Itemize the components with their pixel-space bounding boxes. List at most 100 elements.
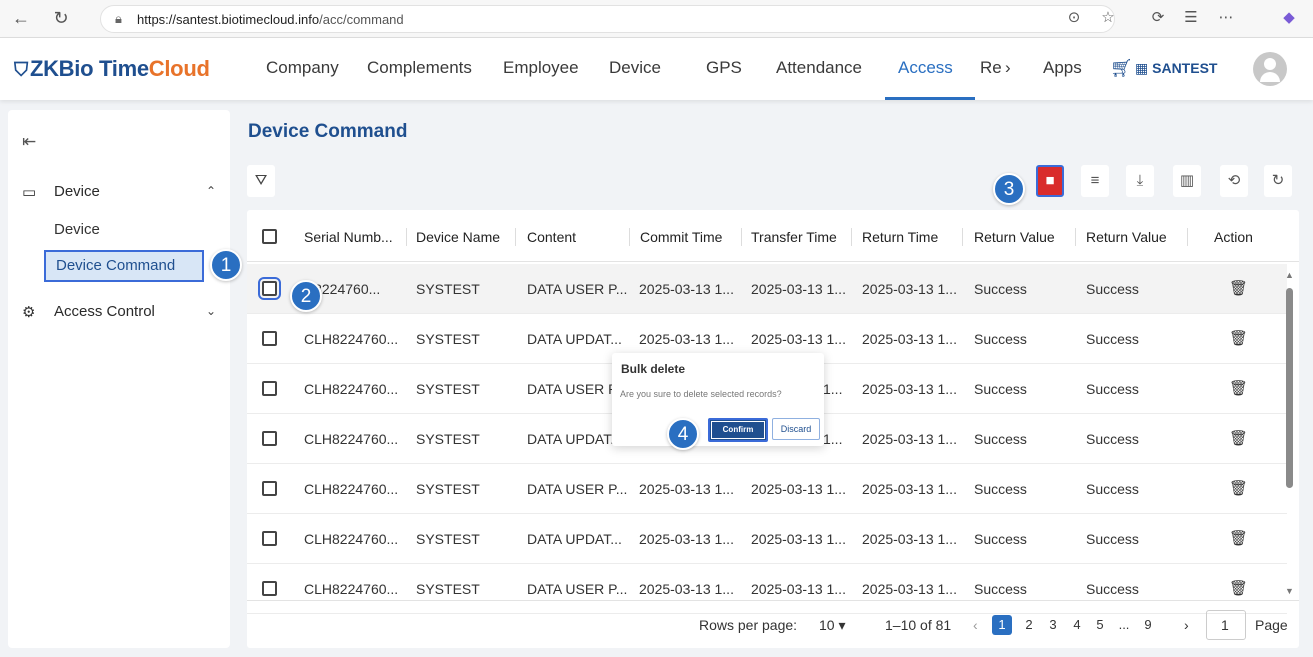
cell-device-name: SYSTEST	[416, 581, 480, 597]
cell-content: DATA USER P...	[527, 481, 628, 497]
page-2[interactable]: 2	[1019, 615, 1039, 635]
copilot-icon[interactable]: ◆	[1278, 8, 1300, 26]
row-checkbox[interactable]	[262, 581, 277, 596]
app-logo[interactable]: ⛉ZKBio TimeCloud	[14, 56, 210, 82]
row-checkbox[interactable]	[258, 277, 281, 300]
lock-icon: 🔒︎	[115, 11, 122, 26]
row-checkbox[interactable]	[262, 431, 277, 446]
nav-employee[interactable]: Employee	[503, 58, 579, 78]
row-checkbox[interactable]	[262, 481, 277, 496]
scroll-up-icon[interactable]: ▲	[1285, 270, 1294, 280]
building-icon: ▦	[1135, 60, 1153, 76]
nav-access[interactable]: Access	[898, 58, 953, 78]
col-commit-time[interactable]: Commit Time	[640, 229, 722, 245]
address-bar[interactable]: 🔒︎ https://santest.biotimecloud.info/acc…	[100, 5, 1115, 33]
sidebar-group-device[interactable]: ▭ Device ⌃	[8, 175, 230, 209]
app-header: ⛉ZKBio TimeCloud Company Complements Emp…	[0, 38, 1313, 100]
col-return-value[interactable]: Return Value	[974, 229, 1055, 245]
prev-page-icon[interactable]: ‹	[973, 617, 978, 633]
cell-return-time: 2025-03-13 1...	[862, 481, 957, 497]
confirm-button[interactable]: Confirm	[708, 418, 768, 442]
page-9[interactable]: 9	[1138, 615, 1158, 635]
table-row[interactable]: CLH8224760... SYSTEST DATA UPDAT... 2025-03…	[247, 514, 1287, 564]
refresh-icon: ↻	[1271, 172, 1285, 189]
col-device-name[interactable]: Device Name	[416, 229, 500, 245]
nav-gps[interactable]: GPS	[706, 58, 742, 78]
delete-row-trash-icon[interactable]: 🗑︎	[1229, 529, 1248, 547]
nav-device[interactable]: Device	[609, 58, 661, 78]
sidebar-item-device-command[interactable]: Device Command	[44, 250, 204, 282]
history-button[interactable]: ⟲	[1220, 165, 1248, 197]
cell-device-name: SYSTEST	[416, 481, 480, 497]
discard-button[interactable]: Discard	[772, 418, 820, 440]
nav-company[interactable]: Company	[266, 58, 339, 78]
more-icon[interactable]: ⋯	[1215, 8, 1237, 26]
table-row[interactable]: H8224760... SYSTEST DATA USER P... 2025-03-…	[247, 264, 1287, 314]
col-return-value-2[interactable]: Return Value	[1086, 229, 1167, 245]
cart-icon[interactable]: 🛒︎	[1110, 58, 1133, 79]
col-serial-number[interactable]: Serial Numb...	[304, 229, 393, 245]
scroll-down-icon[interactable]: ▼	[1285, 586, 1294, 596]
nav-apps[interactable]: Apps	[1043, 58, 1082, 78]
cell-device-name: SYSTEST	[416, 531, 480, 547]
refresh-button[interactable]: ↻	[1264, 165, 1292, 197]
sidebar-group-access-control[interactable]: ⚙ Access Control ⌄	[8, 295, 230, 329]
favorites-icon[interactable]: ☰	[1180, 8, 1202, 26]
row-checkbox[interactable]	[262, 531, 277, 546]
nav-complements[interactable]: Complements	[367, 58, 472, 78]
cell-device-name: SYSTEST	[416, 281, 480, 297]
delete-row-trash-icon[interactable]: 🗑︎	[1229, 579, 1248, 597]
page-1[interactable]: 1	[992, 615, 1012, 635]
delete-row-trash-icon[interactable]: 🗑︎	[1229, 479, 1248, 497]
page-jump-input[interactable]: 1	[1206, 610, 1246, 640]
table-row[interactable]: CLH8224760... SYSTEST DATA USER P... 2025-0…	[247, 464, 1287, 514]
collapse-menu-icon[interactable]: ⇤	[22, 132, 36, 152]
page-4[interactable]: 4	[1067, 615, 1087, 635]
nav-reports[interactable]: Re	[980, 58, 1002, 78]
delete-row-trash-icon[interactable]: 🗑︎	[1229, 279, 1248, 297]
row-checkbox[interactable]	[262, 381, 277, 396]
filter-button[interactable]: ⛛	[247, 165, 275, 197]
bulk-delete-button[interactable]: ■	[1036, 165, 1064, 197]
reader-icon[interactable]: ⊙	[1063, 8, 1085, 26]
reload-icon[interactable]: ↻	[50, 7, 72, 29]
back-icon[interactable]: ←	[10, 7, 32, 29]
cell-transfer-time: 1...	[823, 381, 843, 397]
cell-return-time: 2025-03-13 1...	[862, 581, 957, 597]
col-return-time[interactable]: Return Time	[862, 229, 938, 245]
company-selector[interactable]: ▦ SANTEST	[1135, 60, 1217, 77]
sidebar-item-device[interactable]: Device	[44, 214, 100, 246]
cell-content: DATA USER P.	[527, 381, 620, 397]
cell-return-time: 2025-03-13 1...	[862, 531, 957, 547]
nav-attendance[interactable]: Attendance	[776, 58, 862, 78]
col-content[interactable]: Content	[527, 229, 576, 245]
columns-button[interactable]: ▥	[1173, 165, 1201, 197]
page-ellipsis: ...	[1118, 617, 1130, 632]
cell-return-value: Success	[974, 331, 1027, 347]
chevron-up-icon: ⌃	[206, 184, 217, 198]
col-transfer-time[interactable]: Transfer Time	[751, 229, 837, 245]
table-scrollbar[interactable]: ▲ ▼	[1284, 270, 1294, 600]
avatar[interactable]	[1253, 52, 1287, 86]
sort-lines-icon: ≡	[1090, 172, 1100, 189]
cell-return-time: 2025-03-13 1...	[862, 331, 957, 347]
export-button[interactable]: ⤓	[1126, 165, 1154, 197]
nav-more-chevron-icon[interactable]: ›	[1005, 58, 1011, 78]
page-3[interactable]: 3	[1043, 615, 1063, 635]
sort-button[interactable]: ≡	[1081, 165, 1109, 197]
favorite-star-icon[interactable]: ☆	[1097, 8, 1119, 26]
row-checkbox[interactable]	[262, 331, 277, 346]
rows-per-page-select[interactable]: 10 ▾	[819, 617, 846, 634]
delete-row-trash-icon[interactable]: 🗑︎	[1229, 329, 1248, 347]
extensions-icon[interactable]: ⟳	[1147, 8, 1169, 26]
delete-row-trash-icon[interactable]: 🗑︎	[1229, 429, 1248, 447]
cell-transfer-time: 2025-03-13 1...	[751, 281, 846, 297]
select-all-checkbox[interactable]	[262, 229, 277, 244]
column-divider	[962, 228, 963, 246]
delete-row-trash-icon[interactable]: 🗑︎	[1229, 379, 1248, 397]
url-text: https://santest.biotimecloud.info/acc/co…	[137, 12, 404, 27]
scrollbar-thumb[interactable]	[1286, 288, 1293, 488]
page-5[interactable]: 5	[1090, 615, 1110, 635]
cell-content: DATA USER P...	[527, 581, 628, 597]
next-page-icon[interactable]: ›	[1184, 617, 1189, 633]
